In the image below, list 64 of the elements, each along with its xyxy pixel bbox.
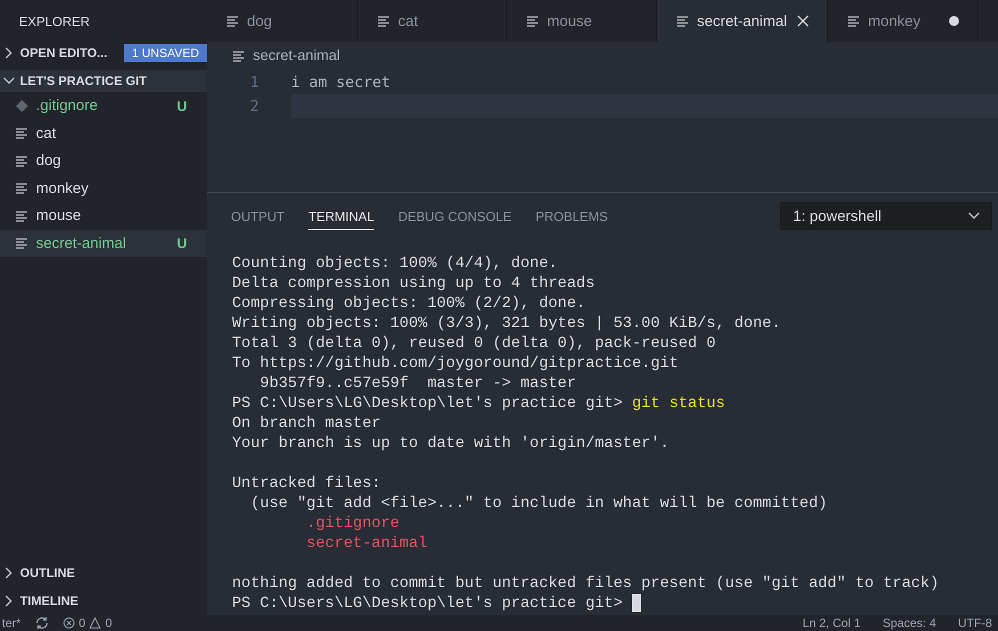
- file-lines-icon: [227, 15, 239, 27]
- file-item[interactable]: cat: [0, 120, 207, 147]
- section-header[interactable]: TIMELINE: [0, 587, 207, 615]
- terminal-line: PS C:\Users\LG\Desktop\let's practice git> git status: [232, 393, 726, 413]
- file-item[interactable]: .gitignore U: [0, 92, 207, 120]
- status-item[interactable]: Spaces: 4: [882, 616, 936, 630]
- terminal-line: Untracked files:: [232, 473, 382, 493]
- status-item[interactable]: Ln 2, Col 1: [802, 616, 861, 630]
- file-lines-icon: [378, 15, 390, 27]
- terminal-line: nothing added to commit but untracked files present (use "git add" to track): [232, 573, 940, 593]
- terminal-line: Counting objects: 100% (4/4), done.: [232, 253, 559, 273]
- file-item[interactable]: monkey: [0, 174, 207, 202]
- panel-tab[interactable]: PROBLEMS: [536, 202, 608, 230]
- file-lines-icon: [16, 127, 28, 140]
- error-icon: [62, 617, 75, 629]
- section-header[interactable]: OUTLINE: [0, 559, 207, 587]
- terminal-select[interactable]: 1: powershell: [780, 202, 992, 230]
- terminal-line: On branch master: [232, 413, 382, 433]
- terminal-line: Writing objects: 100% (3/3), 321 bytes | 53.00 KiB/s, done.: [232, 313, 782, 333]
- file-lines-icon: [527, 15, 539, 27]
- branch-label[interactable]: ter*: [2, 616, 21, 630]
- terminal-line: PS C:\Users\LG\Desktop\let's practice git>: [232, 593, 998, 613]
- section-header[interactable]: LET'S PRACTICE GIT: [0, 70, 207, 92]
- terminal-line: Compressing objects: 100% (2/2), done.: [232, 293, 586, 313]
- file-item[interactable]: mouse: [0, 202, 207, 230]
- editor-tab[interactable]: secret-animal: [657, 0, 828, 42]
- terminal-line: secret-animal: [305, 533, 428, 553]
- section-header[interactable]: OPEN EDITO... 1 UNSAVED: [0, 42, 207, 64]
- terminal-line: To https://github.com/joygoround/gitpractice.git: [232, 353, 680, 373]
- unsaved-badge: 1 UNSAVED: [124, 44, 207, 62]
- file-lines-icon: [16, 237, 28, 250]
- file-lines-icon: [677, 15, 689, 27]
- git-status: U: [176, 98, 187, 114]
- section-label: OUTLINE: [20, 566, 75, 580]
- file-item[interactable]: secret-animal U: [0, 230, 207, 257]
- panel-tab[interactable]: TERMINAL: [308, 202, 374, 230]
- file-lines-icon: [16, 182, 28, 194]
- terminal-line: Delta compression using up to 4 threads: [232, 273, 596, 293]
- code-text: i am secret: [291, 72, 392, 93]
- diamond-icon: [16, 100, 28, 112]
- terminal-line: 9b357f9..c57e59f master -> master: [258, 373, 578, 393]
- unsaved-dot-icon: [949, 16, 959, 26]
- file-item[interactable]: dog: [0, 147, 207, 174]
- terminal-line: (use "git add <file>..." to include in what will be committed): [250, 493, 828, 513]
- breadcrumb[interactable]: secret-animal: [207, 42, 998, 70]
- file-lines-icon: [848, 15, 860, 27]
- sync-icon[interactable]: [34, 617, 49, 629]
- warning-icon: [89, 617, 102, 629]
- file-lines-icon: [233, 50, 245, 62]
- problems-status[interactable]: 0 0: [62, 616, 112, 630]
- panel-tab[interactable]: DEBUG CONSOLE: [398, 202, 512, 230]
- sidebar-title: EXPLORER: [18, 12, 91, 30]
- section-label: TIMELINE: [20, 594, 78, 608]
- git-status: U: [176, 235, 187, 252]
- file-lines-icon: [16, 154, 28, 167]
- section-label: LET'S PRACTICE GIT: [20, 74, 147, 88]
- panel-tab[interactable]: OUTPUT: [231, 202, 284, 230]
- terminal-line: .gitignore: [305, 513, 400, 533]
- file-lines-icon: [16, 210, 28, 222]
- close-icon[interactable]: [797, 15, 810, 27]
- terminal-line: Your branch is up to date with 'origin/master'.: [232, 433, 670, 453]
- terminal-line: Total 3 (delta 0), reused 0 (delta 0), pack-reused 0: [232, 333, 717, 353]
- status-item[interactable]: UTF-8: [958, 616, 992, 630]
- section-label: OPEN EDITO...: [20, 46, 108, 60]
